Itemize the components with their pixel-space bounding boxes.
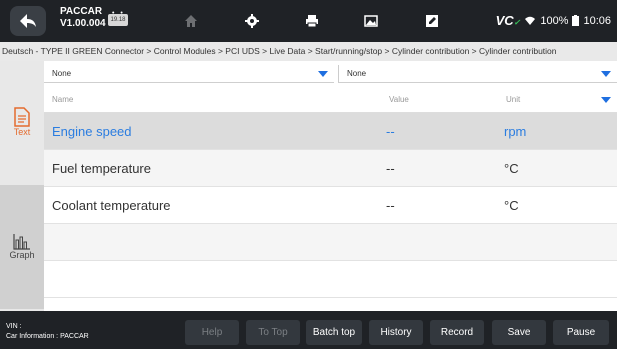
table-row-engine-speed[interactable]: Engine speed -- rpm <box>44 113 617 150</box>
tab-text-view[interactable]: Text <box>0 95 44 149</box>
app-version: V1.00.004 <box>60 18 106 29</box>
breadcrumb: Deutsch - TYPE II GREEN Connector > Cont… <box>0 42 617 61</box>
row-unit: °C <box>504 161 519 176</box>
record-button[interactable]: Record <box>430 320 484 345</box>
back-button[interactable] <box>10 6 46 36</box>
back-arrow-icon <box>20 14 36 28</box>
row-name: Fuel temperature <box>52 161 151 176</box>
app-title: PACCAR V1.00.004 <box>60 6 106 30</box>
top-bar: PACCAR V1.00.004 • • 19.18 VC✓ 100% 10:0… <box>0 0 617 42</box>
live-data-table: Name Value Unit Engine speed -- rpm Fuel… <box>44 87 617 311</box>
wifi-icon <box>525 16 536 25</box>
row-value: -- <box>386 198 395 213</box>
right-parameter-select[interactable]: None <box>338 65 617 83</box>
help-button[interactable]: Help <box>185 320 239 345</box>
column-name-header: Name <box>52 95 74 104</box>
row-value: -- <box>386 124 395 139</box>
history-button[interactable]: History <box>369 320 423 345</box>
table-row-empty <box>44 261 617 298</box>
table-header: Name Value Unit <box>44 87 617 113</box>
row-unit: rpm <box>504 124 527 139</box>
vci-connection-icon: • • 19.18 <box>108 10 128 26</box>
graph-selector-bar: None None <box>44 61 617 87</box>
batch-top-button[interactable]: Batch top <box>306 320 362 345</box>
row-name: Engine speed <box>52 124 132 139</box>
tab-graph-view[interactable]: Graph <box>0 185 44 309</box>
row-unit: °C <box>504 198 519 213</box>
image-icon <box>364 15 378 27</box>
right-select-value: None <box>347 69 367 78</box>
vci-status-label: VC <box>495 13 514 28</box>
edit-button[interactable] <box>416 6 448 36</box>
column-value-header: Value <box>389 95 409 104</box>
pause-button[interactable]: Pause <box>553 320 609 345</box>
row-value: -- <box>386 161 395 176</box>
column-unit-header: Unit <box>506 95 521 104</box>
chevron-down-icon <box>601 71 611 77</box>
table-row-empty <box>44 224 617 261</box>
tab-graph-label: Graph <box>9 250 35 260</box>
left-parameter-select[interactable]: None <box>44 65 334 83</box>
left-select-value: None <box>52 69 72 78</box>
home-icon <box>185 15 197 27</box>
app-window: PACCAR V1.00.004 • • 19.18 VC✓ 100% 10:0… <box>0 0 617 349</box>
battery-icon <box>572 15 580 26</box>
clock-time: 10:06 <box>583 14 611 27</box>
app-title-name: PACCAR <box>60 6 103 17</box>
screenshot-button[interactable] <box>355 6 387 36</box>
bottom-toolbar: VIN : Car Information : PACCAR Help To T… <box>0 311 617 349</box>
vin-label: VIN : <box>6 323 22 330</box>
home-button[interactable] <box>175 6 207 36</box>
chevron-down-icon <box>318 71 328 77</box>
print-button[interactable] <box>296 6 328 36</box>
car-information: Car Information : PACCAR <box>6 333 89 340</box>
table-row-fuel-temperature[interactable]: Fuel temperature -- °C <box>44 150 617 187</box>
battery-percent: 100% <box>540 14 569 27</box>
view-sidebar: Text Graph <box>0 61 44 311</box>
to-top-button[interactable]: To Top <box>246 320 300 345</box>
vehicle-info: VIN : Car Information : PACCAR <box>6 322 89 342</box>
row-name: Coolant temperature <box>52 198 171 213</box>
vci-status-icon: VC✓ <box>495 13 521 28</box>
printer-icon <box>306 15 318 28</box>
status-bar: VC✓ 100% 10:06 <box>496 13 611 28</box>
table-row-coolant-temperature[interactable]: Coolant temperature -- °C <box>44 187 617 224</box>
save-button[interactable]: Save <box>492 320 546 345</box>
bar-graph-icon <box>13 234 30 250</box>
gear-icon <box>245 14 259 28</box>
sort-arrow-icon[interactable] <box>601 97 611 103</box>
settings-button[interactable] <box>236 6 268 36</box>
tab-text-label: Text <box>13 127 31 137</box>
edit-icon <box>426 15 438 27</box>
document-icon <box>14 107 30 127</box>
